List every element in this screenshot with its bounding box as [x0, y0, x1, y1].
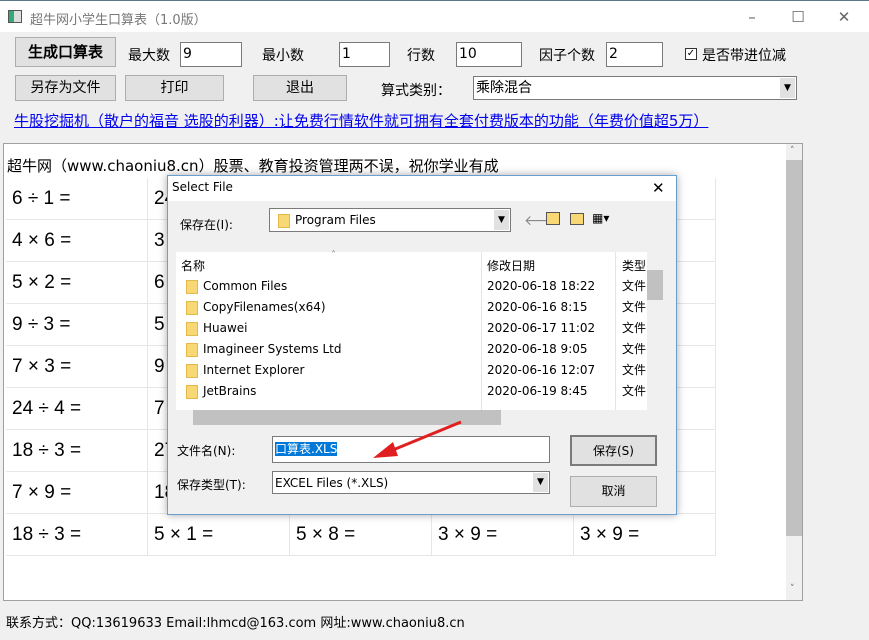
max-label: 最大数: [128, 48, 170, 64]
worksheet-cell: 7 × 9 =: [6, 472, 148, 514]
file-date: 2020-06-18 18:22: [487, 279, 596, 293]
file-name: CopyFilenames(x64): [203, 300, 326, 314]
worksheet-cell: 7 × 3 =: [6, 346, 148, 388]
type-label: 算式类别：: [381, 83, 451, 99]
worksheet-cell: 18 ÷ 3 =: [6, 430, 148, 472]
file-type: 文件: [622, 384, 647, 398]
save-button[interactable]: 保存(S): [570, 435, 657, 466]
generate-button[interactable]: 生成口算表: [15, 37, 116, 67]
file-row[interactable]: JetBrains 2020-06-19 8:45 文件: [176, 381, 656, 402]
min-label: 最小数: [262, 48, 304, 64]
folder-icon: [186, 279, 198, 294]
worksheet-header: 超牛网（www.chaoniu8.cn）股票、教育投资管理两不误，祝你学业有成: [7, 157, 499, 175]
select-file-dialog: Select File ✕ 保存在(I): Program Files ▼ 🡐 …: [167, 175, 677, 515]
scrollbar-thumb[interactable]: [786, 160, 802, 536]
exit-button[interactable]: 退出: [253, 75, 347, 101]
worksheet-cell: 3 × 9 =: [574, 514, 716, 556]
view-menu-icon[interactable]: ▦▾: [592, 211, 609, 225]
worksheet-cell: 4 × 6 =: [6, 220, 148, 262]
file-name: Huawei: [203, 321, 248, 335]
filetype-value: EXCEL Files (*.XLS): [275, 476, 389, 490]
file-list[interactable]: 名称 ˄ 修改日期 类型 Common Files 2020-06-18 18:2…: [176, 250, 663, 410]
column-name[interactable]: 名称: [181, 257, 205, 274]
file-date: 2020-06-19 8:45: [487, 384, 588, 398]
app-icon: [8, 10, 22, 23]
file-row[interactable]: Internet Explorer 2020-06-16 12:07 文件: [176, 360, 656, 381]
worksheet-cell: 5 × 1 =: [148, 514, 290, 556]
file-name: JetBrains: [203, 384, 257, 398]
new-folder-icon[interactable]: [570, 213, 584, 225]
worksheet-cell: 24 ÷ 4 =: [6, 388, 148, 430]
worksheet-cell: 6 ÷ 1 =: [6, 178, 148, 220]
contact-status: 联系方式：QQ:13619633 Email:lhmcd@163.com 网址:…: [6, 616, 465, 631]
window-title: 超牛网小学生口算表（1.0版）: [30, 13, 207, 28]
worksheet-cell: 3 × 9 =: [432, 514, 574, 556]
min-input[interactable]: 1: [339, 42, 390, 67]
file-row[interactable]: CopyFilenames(x64) 2020-06-16 8:15 文件: [176, 297, 656, 318]
save-as-button[interactable]: 另存为文件: [15, 75, 116, 101]
chevron-down-icon[interactable]: ▼: [494, 210, 509, 230]
file-date: 2020-06-17 11:02: [487, 321, 596, 335]
filetype-select[interactable]: EXCEL Files (*.XLS) ▼: [272, 471, 550, 494]
carry-label: 是否带进位减: [702, 48, 786, 64]
folder-icon: [186, 342, 198, 357]
file-row[interactable]: Common Files 2020-06-18 18:22 文件: [176, 276, 656, 297]
save-in-value: Program Files: [295, 213, 376, 227]
factors-label: 因子个数: [539, 48, 595, 64]
worksheet-cell: 9 ÷ 3 =: [6, 304, 148, 346]
worksheet-cell: 18 ÷ 3 =: [6, 514, 148, 556]
file-date: 2020-06-16 12:07: [487, 363, 596, 377]
carry-checkbox[interactable]: ✓: [685, 48, 697, 60]
column-date[interactable]: 修改日期: [487, 257, 535, 274]
filename-label: 文件名(N):: [177, 444, 236, 458]
promo-link[interactable]: 牛股挖掘机（散户的福音 选股的利器）:让免费行情软件就可拥有全套付费版本的功能（…: [14, 110, 708, 131]
sort-up-icon: ˄: [331, 250, 336, 261]
up-folder-icon[interactable]: [546, 212, 560, 225]
filetype-label: 保存类型(T):: [177, 478, 246, 492]
type-select[interactable]: 乘除混合 ▼: [473, 76, 797, 100]
scroll-down-icon[interactable]: ˅: [790, 584, 795, 594]
save-in-select[interactable]: Program Files ▼: [269, 208, 511, 232]
dialog-title: Select File: [172, 180, 233, 194]
file-name: Imagineer Systems Ltd: [203, 342, 342, 356]
file-row[interactable]: Huawei 2020-06-17 11:02 文件: [176, 318, 656, 339]
file-type: 文件: [622, 342, 647, 356]
cancel-button[interactable]: 取消: [570, 476, 657, 507]
worksheet-cell: 5 × 8 =: [290, 514, 432, 556]
type-value: 乘除混合: [476, 80, 532, 96]
red-arrow-annotation: [373, 420, 462, 458]
chevron-down-icon[interactable]: ▼: [780, 78, 795, 98]
dialog-close-button[interactable]: ✕: [652, 179, 665, 197]
file-row[interactable]: Imagineer Systems Ltd 2020-06-18 9:05 文件: [176, 339, 656, 360]
folder-icon: [186, 300, 198, 315]
file-date: 2020-06-16 8:15: [487, 300, 588, 314]
minimize-button[interactable]: –: [732, 5, 772, 29]
column-type[interactable]: 类型: [622, 257, 646, 274]
worksheet-cell: 5 × 2 =: [6, 262, 148, 304]
file-name: Common Files: [203, 279, 288, 293]
filename-value: 口算表.XLS: [275, 442, 338, 456]
scroll-up-icon[interactable]: ˄: [790, 146, 795, 156]
print-button[interactable]: 打印: [125, 75, 224, 101]
max-input[interactable]: 9: [180, 42, 242, 67]
rows-label: 行数: [407, 48, 435, 64]
file-name: Internet Explorer: [203, 363, 305, 377]
rows-input[interactable]: 10: [456, 42, 522, 67]
factors-input[interactable]: 2: [606, 42, 663, 67]
title-bar: 超牛网小学生口算表（1.0版） – ☐ ✕: [0, 0, 869, 32]
folder-icon: [278, 213, 290, 228]
folder-icon: [186, 384, 198, 399]
close-button[interactable]: ✕: [824, 5, 864, 29]
chevron-down-icon[interactable]: ▼: [533, 473, 548, 492]
file-date: 2020-06-18 9:05: [487, 342, 588, 356]
folder-icon: [186, 363, 198, 378]
file-type: 文件: [622, 363, 647, 377]
maximize-button[interactable]: ☐: [778, 5, 818, 29]
folder-icon: [186, 321, 198, 336]
save-in-label: 保存在(I):: [180, 218, 233, 232]
file-type: 文件: [622, 279, 647, 293]
file-type: 文件: [622, 321, 647, 335]
list-vertical-scrollbar[interactable]: [647, 252, 663, 410]
file-type: 文件: [622, 300, 647, 314]
